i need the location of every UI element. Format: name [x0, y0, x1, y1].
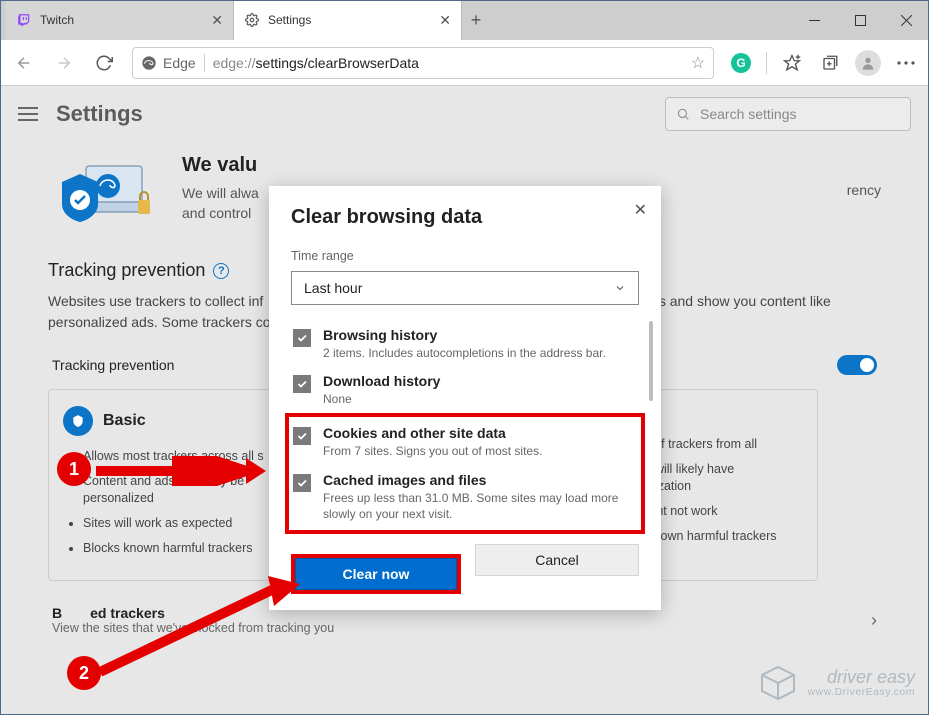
annotation-highlight-clear: Clear now [291, 554, 461, 594]
more-menu-icon[interactable] [889, 46, 923, 80]
list-item: Blocks known harmful trackers [83, 540, 279, 557]
clear-browsing-data-dialog: ✕ Clear browsing data Time range Last ho… [269, 186, 661, 610]
data-type-list: Browsing history 2 items. Includes autoc… [291, 321, 639, 534]
url-protocol: edge:// [213, 55, 256, 71]
list-item: Sites will work as expected [83, 515, 279, 532]
tab-strip: Twitch ✕ Settings ✕ + [6, 0, 791, 40]
check-sub: 2 items. Includes autocompletions in the… [323, 345, 606, 361]
check-sub: Frees up less than 31.0 MB. Some sites m… [323, 490, 635, 522]
check-sub: From 7 sites. Signs you out of most site… [323, 443, 542, 459]
check-download-history[interactable]: Download history None [291, 367, 639, 413]
time-range-label: Time range [291, 249, 639, 263]
check-title: Browsing history [323, 327, 606, 343]
gear-icon [244, 12, 260, 28]
close-icon[interactable]: ✕ [439, 12, 451, 29]
clear-now-button[interactable]: Clear now [295, 558, 457, 590]
edge-identity: Edge [141, 55, 196, 71]
minimize-button[interactable] [791, 0, 837, 40]
hero-copy: We valu We will alwa and control [182, 154, 259, 224]
collections-icon[interactable] [813, 46, 847, 80]
favorites-icon[interactable] [775, 46, 809, 80]
check-title: Cached images and files [323, 472, 635, 488]
cancel-button[interactable]: Cancel [475, 544, 639, 576]
check-browsing-history[interactable]: Browsing history 2 items. Includes autoc… [291, 321, 639, 367]
close-icon[interactable]: ✕ [211, 12, 223, 29]
time-range-select[interactable]: Last hour [291, 271, 639, 305]
forward-button[interactable] [46, 45, 82, 81]
new-tab-button[interactable]: + [462, 0, 490, 40]
check-cached-files[interactable]: Cached images and files Frees up less th… [291, 466, 637, 528]
close-window-button[interactable] [883, 0, 929, 40]
watermark: driver easy www.DriverEasy.com [758, 663, 915, 703]
edge-icon [141, 55, 157, 71]
dialog-title: Clear browsing data [291, 206, 639, 229]
chevron-right-icon: › [871, 610, 877, 631]
hero-title: We valu [182, 154, 259, 177]
check-sub: None [323, 391, 440, 407]
watermark-brand: driver easy [808, 668, 915, 687]
browser-toolbar: Edge edge://settings/clearBrowserData ☆ … [0, 40, 929, 86]
address-divider [204, 54, 205, 72]
maximize-button[interactable] [837, 0, 883, 40]
checkbox-checked-icon[interactable] [293, 375, 311, 393]
hero-line1: We will alwa [182, 183, 259, 203]
checkbox-checked-icon[interactable] [293, 474, 311, 492]
scrollbar[interactable] [649, 321, 653, 401]
window-controls [791, 0, 929, 40]
annotation-highlight-box: Cookies and other site data From 7 sites… [285, 413, 645, 534]
grammarly-extension-icon[interactable]: G [724, 46, 758, 80]
profile-avatar[interactable] [851, 46, 885, 80]
hero-line-end: rency [847, 154, 881, 198]
twitch-icon [16, 12, 32, 28]
time-range-value: Last hour [304, 280, 362, 296]
address-bar[interactable]: Edge edge://settings/clearBrowserData ☆ [132, 47, 714, 79]
tab-title: Settings [268, 13, 431, 27]
annotation-badge-2: 2 [67, 656, 101, 690]
toolbar-separator [766, 52, 767, 74]
checkbox-checked-icon[interactable] [293, 427, 311, 445]
tab-settings[interactable]: Settings ✕ [234, 0, 462, 40]
annotation-badge-1: 1 [57, 452, 91, 486]
tracking-toggle-label: Tracking prevention [52, 357, 174, 373]
back-button[interactable] [6, 45, 42, 81]
checkbox-checked-icon[interactable] [293, 329, 311, 347]
privacy-hero-illustration [48, 158, 158, 238]
url-path: settings/clearBrowserData [256, 55, 419, 71]
tab-title: Twitch [40, 13, 203, 27]
watermark-url: www.DriverEasy.com [808, 687, 915, 698]
address-url: edge://settings/clearBrowserData [213, 55, 683, 71]
chevron-down-icon [614, 282, 626, 294]
section-title-text: Tracking prevention [48, 260, 205, 281]
favorite-star-icon[interactable]: ☆ [691, 53, 705, 73]
check-title: Download history [323, 373, 440, 389]
dialog-close-icon[interactable]: ✕ [634, 200, 647, 220]
tab-twitch[interactable]: Twitch ✕ [6, 0, 234, 40]
refresh-button[interactable] [86, 45, 122, 81]
window-titlebar: Twitch ✕ Settings ✕ + [0, 0, 929, 40]
hero-line2: and control [182, 203, 259, 223]
annotation-arrow-2 [100, 576, 300, 676]
check-title: Cookies and other site data [323, 425, 542, 441]
tracking-toggle[interactable] [837, 355, 877, 375]
check-cookies[interactable]: Cookies and other site data From 7 sites… [291, 419, 637, 465]
section-desc-a: Websites use trackers to collect inf [48, 293, 263, 309]
annotation-arrow-1 [96, 456, 266, 486]
help-icon[interactable]: ? [213, 263, 229, 279]
basic-shield-icon [63, 406, 93, 436]
dialog-actions: Clear now Cancel [291, 544, 639, 594]
card-basic-title: Basic [103, 412, 146, 430]
edge-pill-label: Edge [163, 55, 196, 71]
watermark-cube-icon [758, 663, 798, 703]
